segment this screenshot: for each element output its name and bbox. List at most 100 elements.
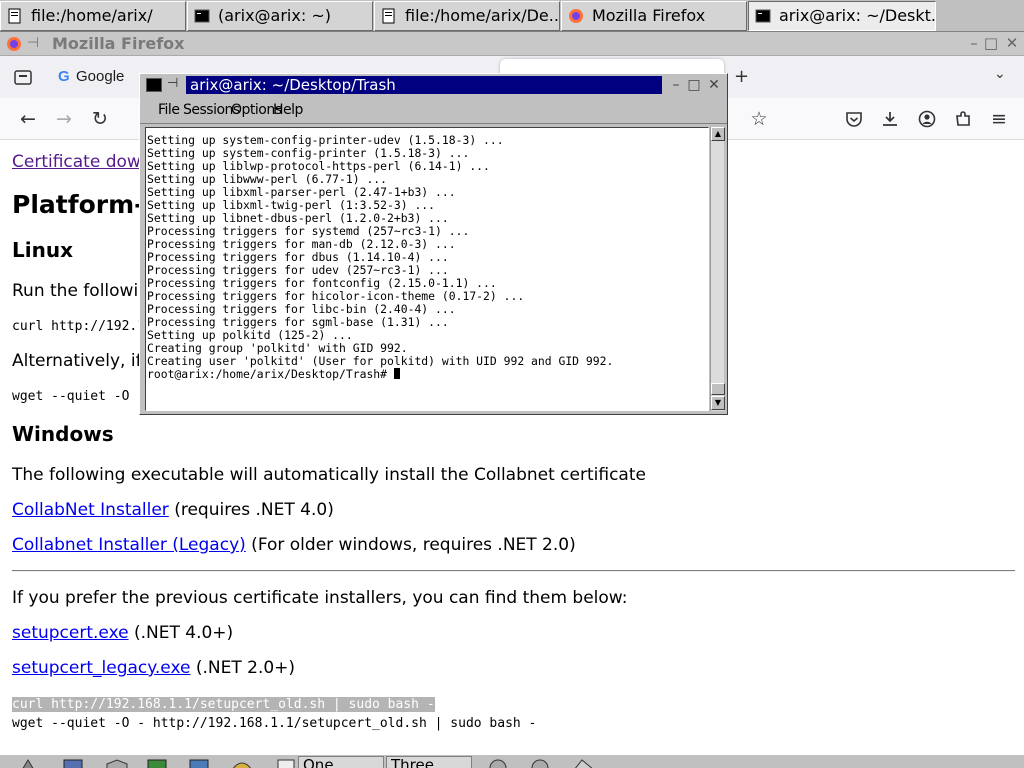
extensions-icon[interactable] <box>954 110 972 128</box>
linux-wget-command: wget --quiet -O - <box>12 389 146 404</box>
close-icon[interactable]: ✕ <box>706 77 722 93</box>
close-icon[interactable]: ✕ <box>1004 35 1020 51</box>
terminal-output[interactable]: Setting up system-config-printer-udev (1… <box>145 127 709 411</box>
launcher-icon[interactable] <box>230 758 254 768</box>
task-file-browser-home[interactable]: file:/home/arix/ <box>0 1 186 31</box>
terminal-prompt-line: root@arix:/home/arix/Desktop/Trash# <box>147 368 708 381</box>
selected-text: curl http://192.168.1.1/setupcert_old.sh… <box>12 697 435 712</box>
terminal-icon <box>755 9 771 23</box>
page-heading: Platform- <box>12 190 145 219</box>
tray-icon[interactable] <box>572 758 596 768</box>
linux-curl-command: curl http://192.16 <box>12 319 153 334</box>
task-terminal-trash[interactable]: arix@arix: ~/Deskt... <box>748 1 936 31</box>
legacy-installer-note: (For older windows, requires .NET 2.0) <box>245 535 576 555</box>
maximize-icon[interactable]: □ <box>983 35 999 51</box>
maximize-icon[interactable]: □ <box>686 77 702 93</box>
task-terminal-home[interactable]: (arix@arix: ~) <box>187 1 373 31</box>
desktop: file:/home/arix/ (arix@arix: ~) file:/ho… <box>0 0 1024 768</box>
reload-icon[interactable]: ↻ <box>87 106 113 132</box>
tray-icon[interactable] <box>486 758 510 768</box>
menu-file[interactable]: File <box>158 102 180 118</box>
bottom-taskbar: One Three <box>0 754 1024 768</box>
setupcert-legacy-row: setupcert_legacy.exe (.NET 2.0+) <box>12 658 295 678</box>
divider <box>12 570 1015 572</box>
legacy-installer-row: Collabnet Installer (Legacy) (For older … <box>12 535 576 555</box>
terminal-menubar: File Sessions Options Help <box>140 98 727 124</box>
tab-label: Google <box>76 68 125 85</box>
pin-icon[interactable]: ⊣ <box>27 35 39 51</box>
firefox-titlebar[interactable]: ⊣ Mozilla Firefox – □ ✕ <box>0 32 1024 56</box>
scrollbar-thumb[interactable] <box>711 383 725 395</box>
setupcert-note: (.NET 4.0+) <box>128 623 234 643</box>
downloads-icon[interactable] <box>881 110 899 128</box>
task-firefox[interactable]: Mozilla Firefox <box>561 1 747 31</box>
tab-google[interactable]: G Google <box>44 60 124 94</box>
certificate-download-link[interactable]: Certificate downl <box>12 152 156 172</box>
menu-help[interactable]: Help <box>273 102 303 118</box>
scroll-down-arrow-icon[interactable]: ▼ <box>711 396 725 410</box>
task-file-browser-desktop[interactable]: file:/home/arix/De... <box>374 1 560 31</box>
setupcert-legacy-exe-link[interactable]: setupcert_legacy.exe <box>12 658 190 678</box>
file-browser-icon <box>8 8 21 24</box>
collabnet-legacy-installer-link[interactable]: Collabnet Installer (Legacy) <box>12 535 246 555</box>
pager-label: One <box>303 759 334 768</box>
task-label: file:/home/arix/De... <box>405 6 560 25</box>
pager-desktop-one[interactable]: One <box>298 756 384 768</box>
previous-installers-text: If you prefer the previous certificate i… <box>12 588 628 608</box>
forward-arrow-icon[interactable]: → <box>51 106 77 132</box>
collabnet-installer-link[interactable]: CollabNet Installer <box>12 500 169 520</box>
hamburger-menu-icon[interactable]: ≡ <box>986 106 1012 132</box>
window-list-taskbar: file:/home/arix/ (arix@arix: ~) file:/ho… <box>0 0 1024 32</box>
launcher-icon[interactable] <box>276 758 300 768</box>
linux-instructions: Run the followin <box>12 281 149 301</box>
launcher-icon[interactable] <box>146 758 170 768</box>
installer-note: (requires .NET 4.0) <box>168 500 334 520</box>
launcher-icon[interactable] <box>20 758 44 768</box>
heading-linux: Linux <box>12 238 73 262</box>
minimize-icon[interactable]: – <box>966 35 982 51</box>
tab-overview-icon[interactable] <box>14 68 32 86</box>
file-browser-icon <box>382 8 395 24</box>
task-label: (arix@arix: ~) <box>218 6 331 25</box>
minimize-icon[interactable]: – <box>668 77 684 93</box>
terminal-scrollbar[interactable]: ▲ ▼ <box>710 127 725 411</box>
firefox-icon <box>7 37 21 51</box>
old-curl-command: curl http://192.168.1.1/setupcert_old.sh… <box>12 697 435 712</box>
terminal-titlebar[interactable]: ⊣ arix@arix: ~/Desktop/Trash – □ ✕ <box>140 74 727 96</box>
bookmark-star-icon[interactable]: ☆ <box>746 106 772 132</box>
new-tab-icon[interactable]: + <box>734 66 749 87</box>
terminal-lines: Setting up system-config-printer-udev (1… <box>147 134 708 368</box>
text-cursor <box>393 368 400 379</box>
shell-prompt: root@arix:/home/arix/Desktop/Trash# <box>147 367 394 381</box>
heading-windows: Windows <box>12 422 114 446</box>
setupcert-row: setupcert.exe (.NET 4.0+) <box>12 623 233 643</box>
tab-list-chevron-down-icon[interactable]: ⌄ <box>994 66 1006 82</box>
launcher-icon[interactable] <box>188 758 212 768</box>
task-label: arix@arix: ~/Deskt... <box>779 6 936 25</box>
launcher-icon[interactable] <box>105 758 129 768</box>
launcher-icon[interactable] <box>62 758 86 768</box>
pin-icon[interactable]: ⊣ <box>167 76 178 91</box>
firefox-window-title: Mozilla Firefox <box>52 34 185 53</box>
windows-description: The following executable will automatica… <box>12 465 646 485</box>
linux-alternative-text: Alternatively, if <box>12 351 142 371</box>
pager-label: Three <box>391 759 434 768</box>
task-label: Mozilla Firefox <box>592 6 706 25</box>
setupcert-exe-link[interactable]: setupcert.exe <box>12 623 129 643</box>
tray-icon[interactable] <box>528 758 552 768</box>
terminal-window: ⊣ arix@arix: ~/Desktop/Trash – □ ✕ File … <box>139 73 728 415</box>
firefox-icon <box>569 9 583 23</box>
pager-desktop-three[interactable]: Three <box>386 756 472 768</box>
setupcert-legacy-note: (.NET 2.0+) <box>190 658 296 678</box>
terminal-icon <box>194 9 210 23</box>
back-arrow-icon[interactable]: ← <box>15 106 41 132</box>
task-label: file:/home/arix/ <box>31 6 153 25</box>
old-wget-command: wget --quiet -O - http://192.168.1.1/set… <box>12 716 537 731</box>
terminal-title: arix@arix: ~/Desktop/Trash <box>186 76 662 94</box>
account-icon[interactable] <box>918 110 936 128</box>
scroll-up-arrow-icon[interactable]: ▲ <box>711 127 725 141</box>
pocket-icon[interactable] <box>845 110 863 128</box>
google-icon: G <box>58 68 70 85</box>
terminal-icon <box>146 78 162 92</box>
installer-row: CollabNet Installer (requires .NET 4.0) <box>12 500 334 520</box>
